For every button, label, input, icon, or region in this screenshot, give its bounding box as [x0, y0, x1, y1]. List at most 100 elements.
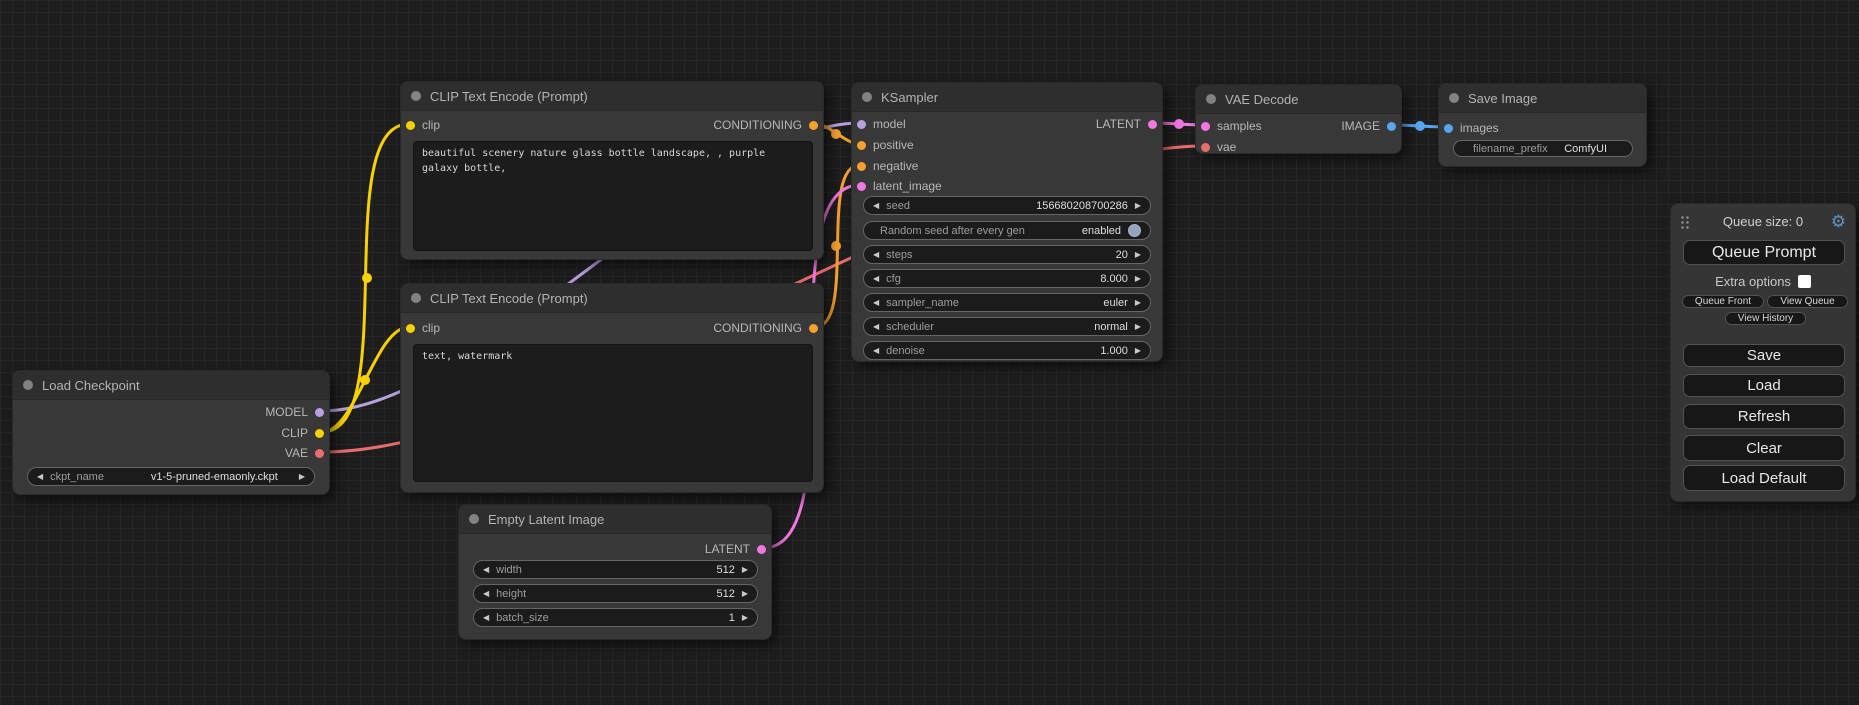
decrement-arrow[interactable]: ◀: [873, 202, 879, 210]
node-header[interactable]: Save Image: [1439, 84, 1646, 113]
node-clip-text-encode-negative[interactable]: CLIP Text Encode (Prompt) clip CONDITION…: [400, 283, 824, 493]
node-collapse-dot[interactable]: [469, 514, 479, 524]
increment-arrow[interactable]: ▶: [1135, 202, 1141, 210]
clip-output-port[interactable]: [315, 429, 324, 438]
increment-arrow[interactable]: ▶: [742, 590, 748, 598]
model-output-port[interactable]: [315, 408, 324, 417]
cfg-widget[interactable]: ◀ cfg 8.000 ▶: [863, 269, 1151, 288]
increment-arrow[interactable]: ▶: [742, 614, 748, 622]
node-collapse-dot[interactable]: [23, 380, 33, 390]
height-widget[interactable]: ◀ height 512 ▶: [473, 584, 758, 603]
image-output[interactable]: IMAGE: [1341, 117, 1396, 135]
node-clip-text-encode-positive[interactable]: CLIP Text Encode (Prompt) clip CONDITION…: [400, 81, 824, 260]
latent-image-input[interactable]: latent_image: [857, 177, 942, 195]
node-empty-latent-image[interactable]: Empty Latent Image LATENT ◀ width 512 ▶ …: [458, 504, 772, 640]
node-ksampler[interactable]: KSampler model positive negative latent_…: [851, 82, 1163, 362]
conditioning-output-port[interactable]: [809, 121, 818, 130]
clip-output[interactable]: CLIP: [281, 424, 324, 442]
queue-front-button[interactable]: Queue Front: [1682, 295, 1764, 308]
latent-image-input-port[interactable]: [857, 182, 866, 191]
settings-gear-icon[interactable]: ⚙: [1831, 210, 1846, 234]
node-load-checkpoint[interactable]: Load Checkpoint MODEL CLIP VAE ◀ ckpt_na…: [12, 370, 330, 495]
wire-midpoint-dot[interactable]: [831, 241, 841, 251]
ckpt-name-widget[interactable]: ◀ ckpt_name v1-5-pruned-emaonly.ckpt ▶: [27, 467, 315, 486]
node-save-image[interactable]: Save Image images filename_prefix ComfyU…: [1438, 83, 1647, 167]
decrement-arrow[interactable]: ◀: [873, 299, 879, 307]
random-seed-toggle-widget[interactable]: Random seed after every gen enabled: [863, 221, 1151, 240]
load-button[interactable]: Load: [1683, 374, 1845, 397]
node-collapse-dot[interactable]: [1449, 93, 1459, 103]
negative-input-port[interactable]: [857, 162, 866, 171]
node-collapse-dot[interactable]: [1206, 94, 1216, 104]
scheduler-widget[interactable]: ◀ scheduler normal ▶: [863, 317, 1151, 336]
clip-input[interactable]: clip: [406, 319, 440, 337]
increment-arrow[interactable]: ▶: [1135, 251, 1141, 259]
node-vae-decode[interactable]: VAE Decode samples vae IMAGE: [1195, 84, 1402, 154]
conditioning-output[interactable]: CONDITIONING: [713, 116, 818, 134]
clip-input[interactable]: clip: [406, 116, 440, 134]
decrement-arrow[interactable]: ◀: [37, 473, 43, 481]
image-output-port[interactable]: [1387, 122, 1396, 131]
seed-widget[interactable]: ◀ seed 156680208700286 ▶: [863, 196, 1151, 215]
model-input-port[interactable]: [857, 120, 866, 129]
wire-midpoint-dot[interactable]: [1415, 121, 1425, 131]
negative-input[interactable]: negative: [857, 157, 918, 175]
positive-input-port[interactable]: [857, 141, 866, 150]
wire-midpoint-dot[interactable]: [831, 129, 841, 139]
sampler-name-widget[interactable]: ◀ sampler_name euler ▶: [863, 293, 1151, 312]
refresh-button[interactable]: Refresh: [1683, 404, 1845, 429]
latent-output[interactable]: LATENT: [1096, 115, 1157, 133]
view-history-button[interactable]: View History: [1725, 312, 1806, 325]
increment-arrow[interactable]: ▶: [1135, 347, 1141, 355]
clear-button[interactable]: Clear: [1683, 435, 1845, 461]
node-header[interactable]: Empty Latent Image: [459, 505, 771, 534]
view-queue-button[interactable]: View Queue: [1767, 295, 1848, 308]
latent-output-port[interactable]: [757, 545, 766, 554]
decrement-arrow[interactable]: ◀: [483, 590, 489, 598]
wire-midpoint-dot[interactable]: [360, 375, 370, 385]
wire-midpoint-dot[interactable]: [362, 273, 372, 283]
extra-options-checkbox[interactable]: [1798, 275, 1811, 288]
samples-input-port[interactable]: [1201, 122, 1210, 131]
increment-arrow[interactable]: ▶: [1135, 275, 1141, 283]
decrement-arrow[interactable]: ◀: [483, 566, 489, 574]
steps-widget[interactable]: ◀ steps 20 ▶: [863, 245, 1151, 264]
node-header[interactable]: KSampler: [852, 83, 1162, 112]
decrement-arrow[interactable]: ◀: [873, 347, 879, 355]
node-collapse-dot[interactable]: [862, 92, 872, 102]
save-button[interactable]: Save: [1683, 344, 1845, 367]
vae-output-port[interactable]: [315, 449, 324, 458]
latent-output[interactable]: LATENT: [705, 540, 766, 558]
toggle-knob[interactable]: [1128, 224, 1141, 237]
node-collapse-dot[interactable]: [411, 91, 421, 101]
conditioning-output[interactable]: CONDITIONING: [713, 319, 818, 337]
model-input[interactable]: model: [857, 115, 906, 133]
vae-output[interactable]: VAE: [285, 444, 324, 462]
positive-input[interactable]: positive: [857, 136, 914, 154]
decrement-arrow[interactable]: ◀: [873, 275, 879, 283]
width-widget[interactable]: ◀ width 512 ▶: [473, 560, 758, 579]
images-input-port[interactable]: [1444, 124, 1453, 133]
decrement-arrow[interactable]: ◀: [873, 323, 879, 331]
images-input[interactable]: images: [1444, 119, 1499, 137]
samples-input[interactable]: samples: [1201, 117, 1262, 135]
decrement-arrow[interactable]: ◀: [873, 251, 879, 259]
prompt-textarea[interactable]: text, watermark: [413, 344, 813, 482]
node-header[interactable]: VAE Decode: [1196, 85, 1401, 114]
latent-output-port[interactable]: [1148, 120, 1157, 129]
queue-prompt-button[interactable]: Queue Prompt: [1683, 240, 1845, 265]
vae-input[interactable]: vae: [1201, 138, 1236, 156]
conditioning-output-port[interactable]: [809, 324, 818, 333]
clip-input-port[interactable]: [406, 324, 415, 333]
increment-arrow[interactable]: ▶: [742, 566, 748, 574]
prompt-textarea[interactable]: beautiful scenery nature glass bottle la…: [413, 141, 813, 251]
node-header[interactable]: Load Checkpoint: [13, 371, 329, 400]
clip-input-port[interactable]: [406, 121, 415, 130]
node-collapse-dot[interactable]: [411, 293, 421, 303]
model-output[interactable]: MODEL: [265, 403, 324, 421]
node-header[interactable]: CLIP Text Encode (Prompt): [401, 82, 823, 111]
increment-arrow[interactable]: ▶: [1135, 299, 1141, 307]
node-header[interactable]: CLIP Text Encode (Prompt): [401, 284, 823, 313]
vae-input-port[interactable]: [1201, 143, 1210, 152]
wire-midpoint-dot[interactable]: [1174, 119, 1184, 129]
